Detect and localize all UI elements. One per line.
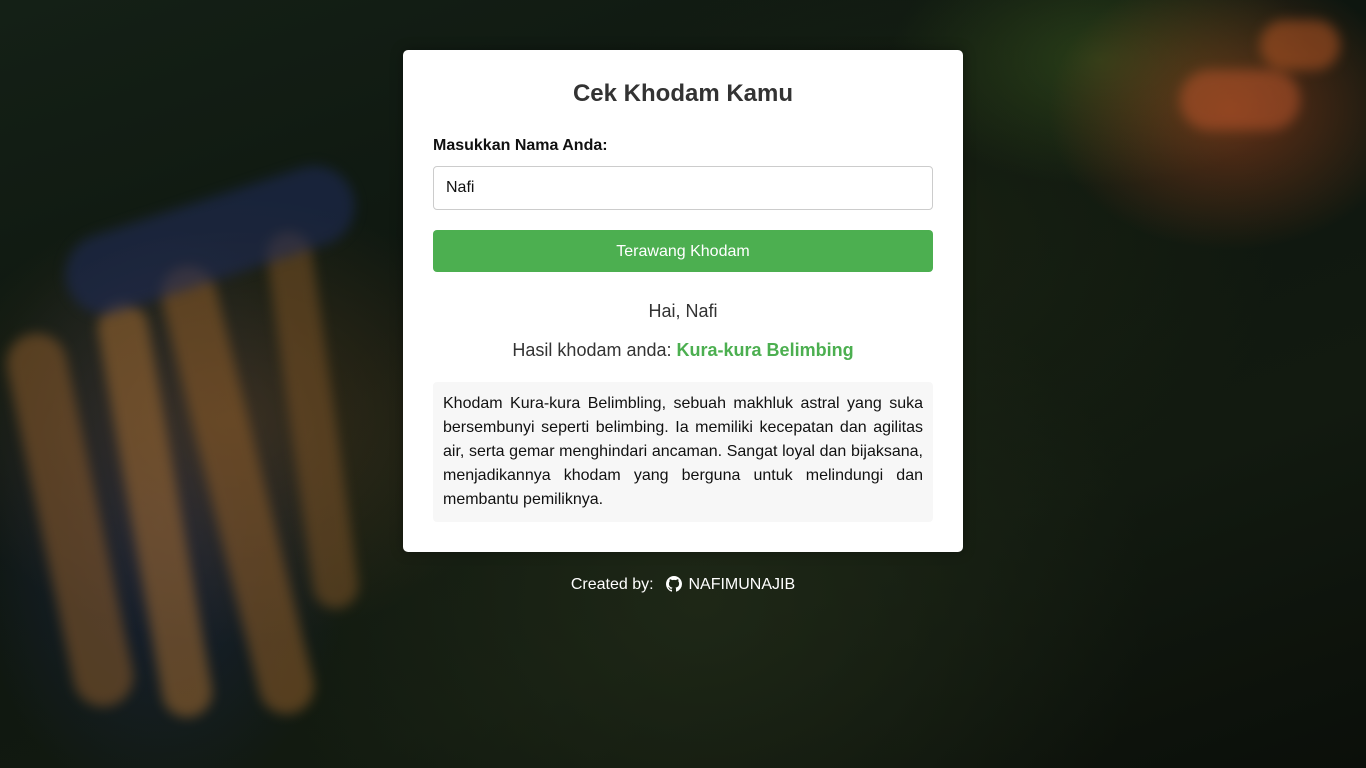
footer: Created by: NAFIMUNAJIB <box>0 576 1366 597</box>
khodam-card: Cek Khodam Kamu Masukkan Nama Anda: Tera… <box>403 50 963 552</box>
greeting-text: Hai, Nafi <box>648 301 718 321</box>
background-stripe <box>1260 20 1340 70</box>
background-stripe <box>1180 70 1300 130</box>
page-title: Cek Khodam Kamu <box>572 80 794 107</box>
github-icon <box>666 576 683 597</box>
result-prefix: Hasil khodam anda: <box>512 340 672 360</box>
created-by-label: Created by: <box>570 576 654 593</box>
name-input[interactable] <box>433 166 933 210</box>
result-line: Hasil khodam anda: Kura-kura Belimbing <box>403 340 963 361</box>
terawang-khodam-button[interactable]: Terawang Khodam <box>433 230 933 272</box>
khodam-description: Khodam Kura-kura Belimbling, sebuah makh… <box>433 382 933 522</box>
khodam-name: Kura-kura Belimbing <box>676 340 854 360</box>
author-link[interactable]: NAFIMUNAJIB <box>688 576 795 593</box>
name-label: Masukkan Nama Anda: <box>433 137 608 154</box>
